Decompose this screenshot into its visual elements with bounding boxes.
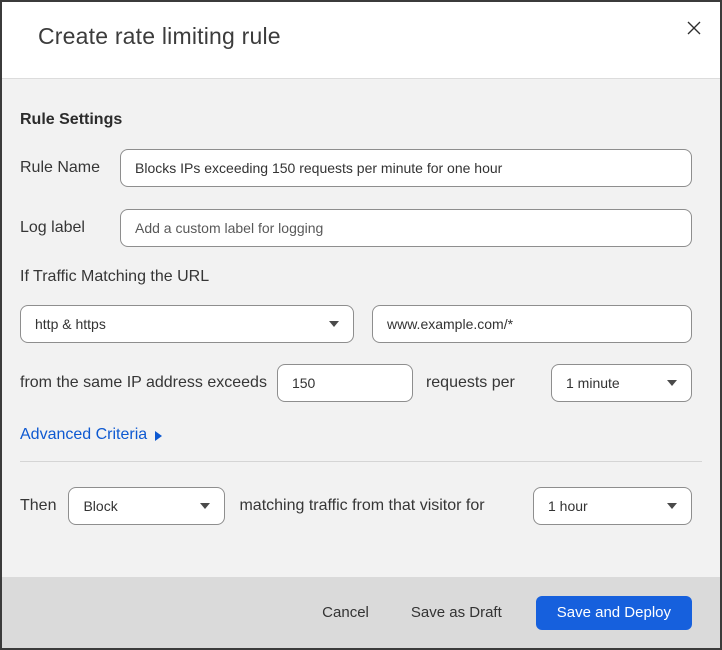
action-row: Then Block matching traffic from that vi… xyxy=(20,487,692,525)
traffic-match-heading: If Traffic Matching the URL xyxy=(20,268,210,285)
scheme-select-value: http & https xyxy=(35,316,106,332)
background-page-strip xyxy=(68,0,584,2)
period-select-value: 1 minute xyxy=(566,375,620,391)
rule-name-label: Rule Name xyxy=(20,159,101,176)
dialog-title: Create rate limiting rule xyxy=(38,23,281,49)
rule-name-input[interactable] xyxy=(120,149,692,187)
save-and-deploy-button[interactable]: Save and Deploy xyxy=(535,595,692,630)
dialog-footer: Cancel Save as Draft Save and Deploy xyxy=(2,577,720,648)
rule-name-row: Rule Name xyxy=(20,149,692,187)
duration-select[interactable]: 1 hour xyxy=(533,487,692,525)
log-label-input[interactable] xyxy=(120,209,692,247)
close-button[interactable] xyxy=(680,15,708,43)
create-rate-limiting-rule-dialog: Create rate limiting rule Rule Settings … xyxy=(0,0,722,650)
close-icon xyxy=(685,19,703,40)
url-pattern-input[interactable] xyxy=(372,305,692,343)
action-middle-text: matching traffic from that visitor for xyxy=(239,497,485,514)
save-as-draft-button[interactable]: Save as Draft xyxy=(403,596,510,629)
advanced-criteria-toggle[interactable]: Advanced Criteria xyxy=(20,426,163,444)
threshold-row: from the same IP address exceeds request… xyxy=(20,364,692,402)
threshold-middle-text: requests per xyxy=(425,374,515,391)
dialog-header: Create rate limiting rule xyxy=(2,2,720,79)
log-label-row: Log label xyxy=(20,209,692,247)
section-divider xyxy=(20,461,702,462)
advanced-criteria-label: Advanced Criteria xyxy=(20,426,148,443)
caret-down-icon xyxy=(329,321,339,327)
then-label: Then xyxy=(20,497,57,514)
period-select[interactable]: 1 minute xyxy=(551,364,692,402)
log-label-label: Log label xyxy=(20,219,85,236)
traffic-match-row: http & https xyxy=(20,305,692,343)
arrow-right-icon xyxy=(155,431,163,441)
action-select[interactable]: Block xyxy=(68,487,226,525)
cancel-button[interactable]: Cancel xyxy=(314,596,377,629)
action-select-value: Block xyxy=(83,498,118,514)
caret-down-icon xyxy=(667,380,677,386)
section-title-rule-settings: Rule Settings xyxy=(20,111,123,128)
scheme-select[interactable]: http & https xyxy=(20,305,354,343)
duration-select-value: 1 hour xyxy=(548,498,588,514)
requests-count-input[interactable] xyxy=(276,364,413,402)
threshold-prefix-text: from the same IP address exceeds xyxy=(20,374,267,391)
dialog-body: Rule Settings Rule Name Log label If Tra… xyxy=(2,79,720,577)
caret-down-icon xyxy=(200,503,211,509)
caret-down-icon xyxy=(667,503,677,509)
